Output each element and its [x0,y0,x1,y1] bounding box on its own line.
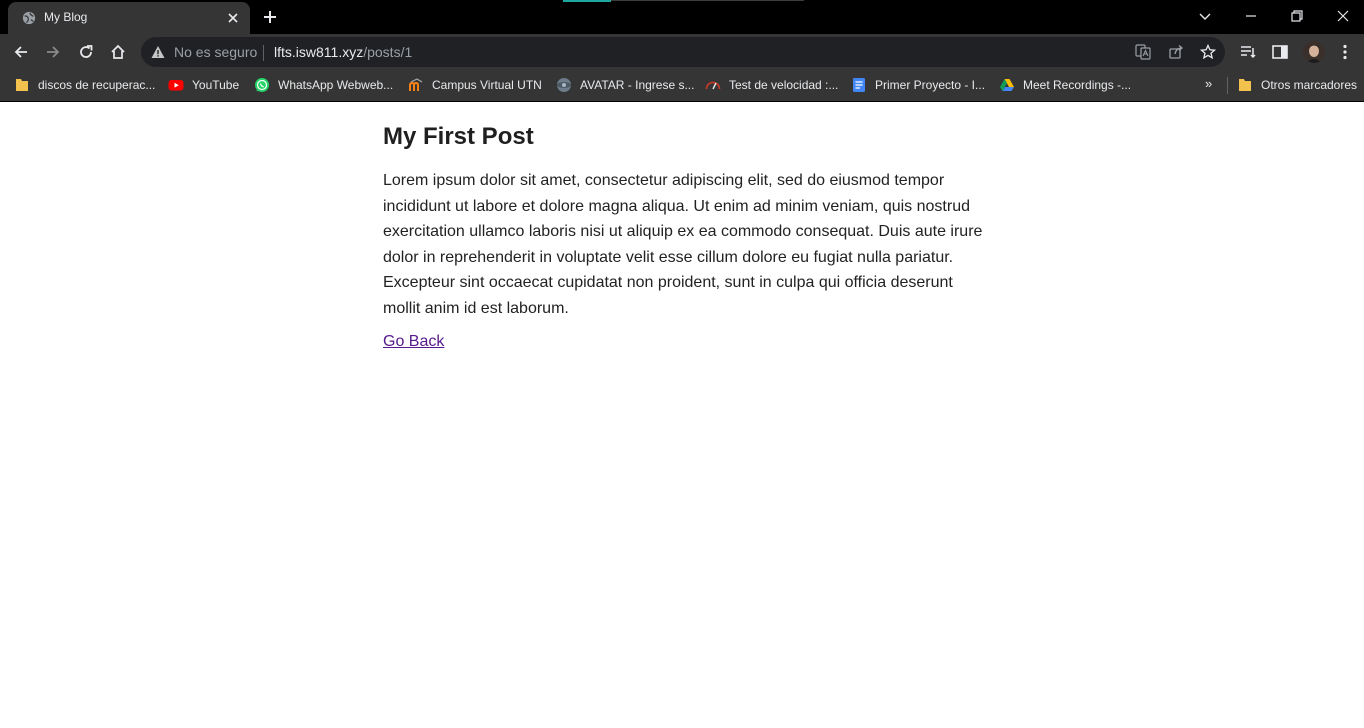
bookmark-label: AVATAR - Ingrese s... [580,78,695,92]
bookmark-folder-otros[interactable]: Otros marcadores [1237,76,1357,94]
close-window-icon[interactable] [1335,8,1351,24]
avatar-site-icon [557,78,571,92]
bookmark-whatsapp[interactable]: WhatsApp Webweb... [254,76,393,94]
security-status-label[interactable]: No es seguro [174,44,257,60]
go-back-link[interactable]: Go Back [383,333,444,351]
bookmarks-bar: discos de recuperac... YouTube WhatsApp … [0,70,1364,102]
youtube-icon [168,80,184,91]
minimize-icon[interactable] [1243,8,1259,24]
profile-avatar[interactable] [1303,41,1325,63]
new-tab-icon[interactable] [262,9,278,25]
url-path: /posts/1 [363,44,413,60]
tab-search-indicator [563,0,611,2]
back-arrow-icon[interactable] [12,43,30,61]
restore-icon[interactable] [1289,8,1305,24]
tab-strip-divider [611,0,804,1]
bookmark-meet-recordings[interactable]: Meet Recordings -... [999,76,1131,94]
speedtest-icon [705,81,721,90]
bookmark-campus-virtual[interactable]: Campus Virtual UTN [408,76,542,94]
address-bar[interactable]: No es seguro lfts.isw811.xyz/posts/1 [141,37,1225,67]
more-menu-icon[interactable] [1336,43,1354,61]
bookmark-label: Otros marcadores [1261,78,1358,92]
whatsapp-icon [255,78,269,92]
google-drive-icon [1000,79,1014,91]
address-separator [263,45,264,61]
moodle-icon [409,78,423,91]
home-icon[interactable] [109,43,127,61]
forward-arrow-icon[interactable] [44,43,62,61]
url-text[interactable]: lfts.isw811.xyz/posts/1 [274,44,412,60]
browser-toolbar: No es seguro lfts.isw811.xyz/posts/1 [0,34,1364,70]
bookmark-label: discos de recuperac... [38,78,156,92]
bookmark-youtube[interactable]: YouTube [168,76,239,94]
reload-icon[interactable] [77,43,95,61]
more-bookmarks-chevron[interactable]: » [1205,76,1212,91]
bookmark-label: YouTube [192,78,240,92]
translate-icon[interactable] [1135,44,1151,60]
post-article: My First Post Lorem ipsum dolor sit amet… [383,102,993,351]
side-panel-icon[interactable] [1271,43,1289,61]
bookmark-speedtest[interactable]: Test de velocidad :... [705,76,838,94]
folder-icon [16,79,28,91]
bookmark-label: Campus Virtual UTN [432,78,542,92]
bookmark-folder-discos[interactable]: discos de recuperac... [14,76,155,94]
post-title: My First Post [383,123,534,150]
bookmark-label: Meet Recordings -... [1023,78,1132,92]
bookmark-avatar[interactable]: AVATAR - Ingrese s... [556,76,694,94]
tab-my-blog[interactable]: My Blog [8,2,250,34]
folder-icon [1239,79,1251,91]
tab-title: My Blog [44,10,88,24]
bookmark-primer-proyecto[interactable]: Primer Proyecto - I... [851,76,985,94]
url-host: lfts.isw811.xyz [274,44,364,60]
bookmark-label: Test de velocidad :... [729,78,839,92]
star-icon[interactable] [1200,44,1216,60]
globe-icon [22,11,36,25]
warning-icon[interactable] [151,45,165,59]
bookmarks-separator [1227,77,1228,94]
post-body: Lorem ipsum dolor sit amet, consectetur … [383,172,983,317]
tab-strip: My Blog [0,0,1364,34]
close-icon[interactable] [226,11,240,25]
google-docs-icon [853,78,865,92]
bookmark-label: Primer Proyecto - I... [875,78,986,92]
tab-search-chevron-icon[interactable] [1197,8,1213,24]
share-icon[interactable] [1168,44,1184,60]
profile-photo-icon [1303,41,1325,63]
bookmark-label: WhatsApp Webweb... [278,78,394,92]
reading-list-icon[interactable] [1239,43,1257,61]
